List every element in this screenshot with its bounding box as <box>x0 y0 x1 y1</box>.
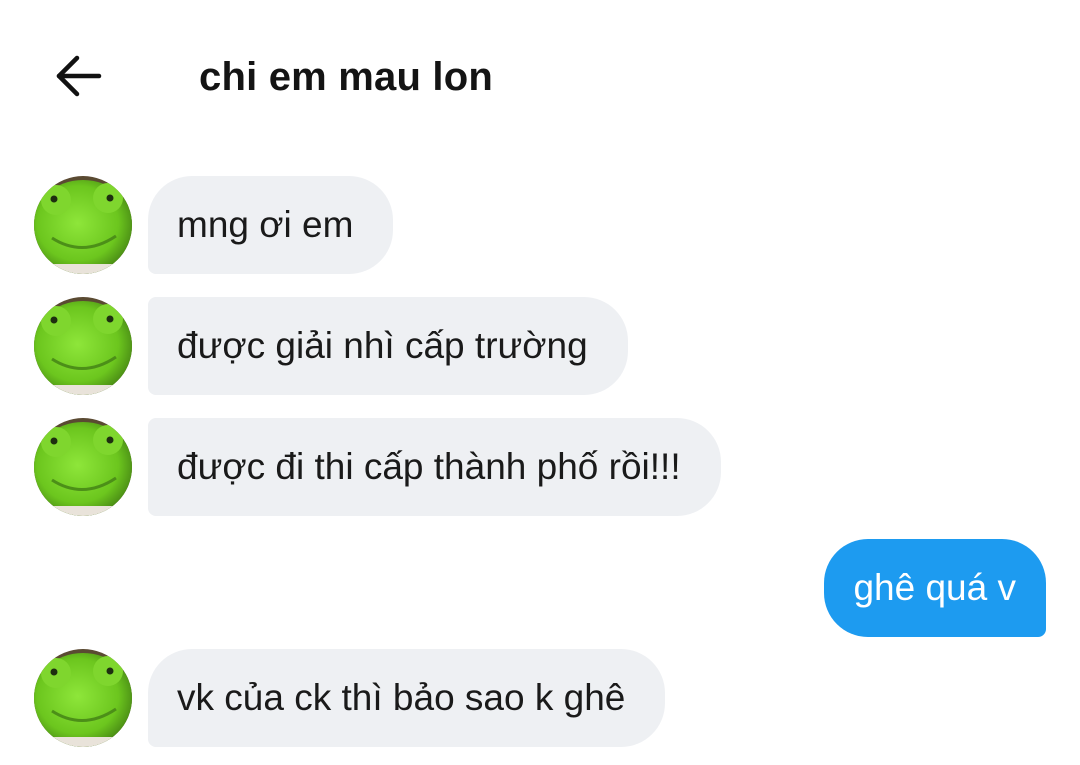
message-bubble-incoming[interactable]: mng ơi em <box>148 176 394 274</box>
back-button[interactable] <box>48 48 108 104</box>
frog-avatar-icon <box>34 649 132 747</box>
frog-avatar-icon <box>34 176 132 274</box>
message-text: được đi thi cấp thành phố rồi!!! <box>177 446 681 487</box>
message-row: vk của ck thì bảo sao k ghê <box>0 649 1080 749</box>
arrow-left-icon <box>56 55 102 97</box>
message-bubble-incoming[interactable]: vk của ck thì bảo sao k ghê <box>148 649 666 747</box>
message-bubble-outgoing[interactable]: ghê quá v <box>824 539 1046 637</box>
message-text: ghê quá v <box>853 567 1016 608</box>
message-row: được đi thi cấp thành phố rồi!!! <box>0 418 1080 518</box>
message-bubble-incoming[interactable]: được đi thi cấp thành phố rồi!!! <box>148 418 721 516</box>
message-text: vk của ck thì bảo sao k ghê <box>177 677 626 718</box>
message-row: mng ơi em <box>0 176 1080 276</box>
avatar[interactable] <box>34 649 132 747</box>
frog-avatar-icon <box>34 418 132 516</box>
message-text: mng ơi em <box>177 204 354 245</box>
chat-header: chi em mau lon <box>0 0 1080 150</box>
avatar[interactable] <box>34 418 132 516</box>
conversation-title: chi em mau lon <box>199 55 493 99</box>
message-row: được giải nhì cấp trường <box>0 297 1080 397</box>
message-row: ghê quá v <box>0 539 1080 639</box>
frog-avatar-icon <box>34 297 132 395</box>
avatar[interactable] <box>34 176 132 274</box>
message-bubble-incoming[interactable]: được giải nhì cấp trường <box>148 297 628 395</box>
message-text: được giải nhì cấp trường <box>177 325 588 366</box>
avatar[interactable] <box>34 297 132 395</box>
